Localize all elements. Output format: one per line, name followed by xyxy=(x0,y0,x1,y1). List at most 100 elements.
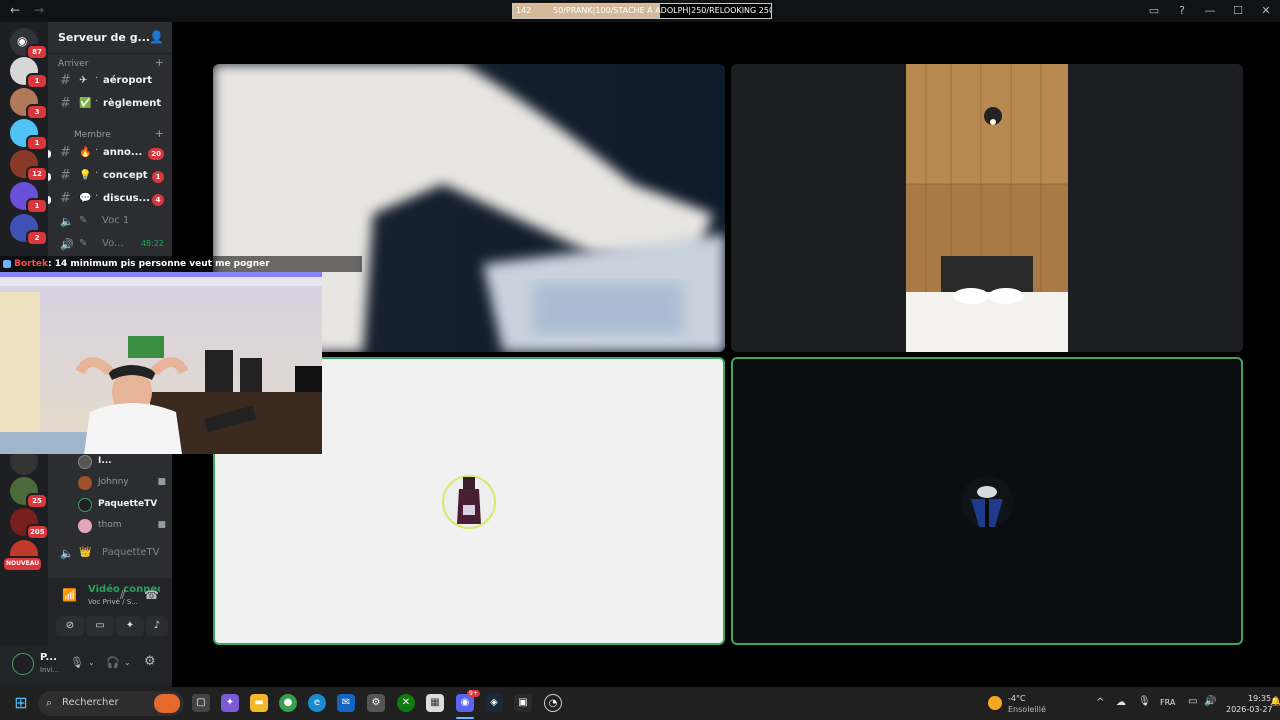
user-avatar[interactable] xyxy=(12,653,34,675)
video-tile-speaking[interactable] xyxy=(731,357,1243,645)
voice-member[interactable]: Johnny ■ xyxy=(78,474,172,494)
plus-icon[interactable]: + xyxy=(155,56,164,69)
voice-channel-paquettetv[interactable]: 🔈 👑 PaquetteTV xyxy=(48,544,172,564)
channel-emoji: ✈ xyxy=(79,75,88,86)
chat-badge-icon xyxy=(3,259,11,268)
microphone-icon[interactable]: 🎙 xyxy=(70,656,84,669)
invite-people-icon[interactable]: 👤 xyxy=(149,30,164,44)
inbox-icon[interactable]: ▭ xyxy=(1140,0,1168,22)
voice-duration: 48:22 xyxy=(140,239,164,248)
channel-reglement[interactable]: # ✅ · règlement xyxy=(48,95,172,115)
server-icon[interactable]: 1 xyxy=(10,119,48,151)
streamer-webcam xyxy=(0,272,322,454)
plus-icon[interactable]: + xyxy=(155,127,164,140)
hash-icon: # xyxy=(60,73,71,88)
store-icon[interactable]: ▦ xyxy=(426,694,444,712)
help-icon[interactable]: ? xyxy=(1168,0,1196,22)
hash-icon: # xyxy=(60,96,71,111)
weather-sun-icon[interactable] xyxy=(988,696,1002,710)
video-tile[interactable] xyxy=(731,64,1243,352)
obs-icon[interactable]: ◔ xyxy=(544,694,562,712)
camera-off-button[interactable]: ⊘ xyxy=(56,616,84,636)
server-icon[interactable]: 25 xyxy=(10,477,48,509)
settings-gear-icon[interactable]: ⚙ xyxy=(144,654,156,669)
minimize-icon[interactable]: — xyxy=(1196,0,1224,22)
stream-goal-ticker: 142 50/PRANK|100/STACHE À ADOLPH|250/REL… xyxy=(512,3,772,19)
windows-taskbar: ⊞ ⌕ Rechercher ▢ ✦ ▬ ● e ✉ ⚙ ✕ ▦ ◉ 9+ ◈ … xyxy=(0,687,1280,720)
crown-icon: 👑 xyxy=(79,547,92,558)
server-icon[interactable]: 12 xyxy=(10,150,48,182)
server-header[interactable]: Serveur de g... 👤 xyxy=(48,22,172,54)
app-icon[interactable]: ▣ xyxy=(514,694,532,712)
maximize-icon[interactable]: ☐ xyxy=(1224,0,1252,22)
noise-suppression-icon[interactable]: ⫽ xyxy=(120,588,125,603)
taskbar-search[interactable]: ⌕ Rechercher xyxy=(38,691,184,716)
server-icon[interactable]: 1 xyxy=(10,182,48,214)
category-membre[interactable]: Membre xyxy=(74,130,111,140)
server-icon[interactable]: 1 xyxy=(10,57,48,89)
xbox-icon[interactable]: ✕ xyxy=(397,694,415,712)
server-mention-badge: 1 xyxy=(26,73,48,89)
windows-start-icon[interactable]: ⊞ xyxy=(12,694,30,712)
chevron-up-icon[interactable]: ^ xyxy=(1096,697,1104,708)
server-mention-badge: 1 xyxy=(26,198,48,214)
voice-member[interactable]: I... xyxy=(78,453,172,473)
clock-date[interactable]: 2026-03-27 xyxy=(1226,705,1273,714)
voice-channel-active[interactable]: 🔊 ✎ Vo... 48:22 xyxy=(48,235,172,255)
task-view-icon[interactable]: ▢ xyxy=(192,694,210,712)
settings-app-icon[interactable]: ⚙ xyxy=(367,694,385,712)
server-mention-badge: 1 xyxy=(26,135,48,151)
voice-member[interactable]: PaquetteTV xyxy=(78,496,172,516)
member-name: I... xyxy=(98,456,112,466)
arrow-right-icon[interactable]: → xyxy=(34,3,44,17)
title-bar: ← → 142 50/PRANK|100/STACHE À ADOLPH|250… xyxy=(0,0,1280,22)
search-highlight-icon xyxy=(154,694,180,713)
channel-aeroport[interactable]: # ✈ · aéroport xyxy=(48,72,172,92)
notification-bell-icon[interactable]: 🔔 xyxy=(1270,697,1280,707)
file-explorer-icon[interactable]: ▬ xyxy=(250,694,268,712)
clock-time[interactable]: 19:35 xyxy=(1248,694,1271,703)
server-icon[interactable]: NOUVEAU xyxy=(2,540,44,572)
category-arriver[interactable]: Arriver xyxy=(58,59,88,69)
network-icon[interactable]: ▭ xyxy=(1188,696,1197,707)
activities-button[interactable]: ✦ xyxy=(116,616,144,636)
weather-desc[interactable]: Ensoleillé xyxy=(1008,705,1046,714)
voice-channel-voc1[interactable]: 🔈 ✎ Voc 1 xyxy=(48,212,172,232)
chat-message: : 14 minimum pis personne veut me pogner xyxy=(48,259,270,269)
avatar xyxy=(78,519,92,533)
arrow-left-icon[interactable]: ← xyxy=(10,3,20,17)
voice-member[interactable]: thom ■ xyxy=(78,517,172,537)
mention-badge: 1 xyxy=(152,171,164,183)
channel-name: anno... xyxy=(103,147,143,158)
disconnect-icon[interactable]: ☎ xyxy=(144,588,159,602)
channel-emoji: 💡 xyxy=(79,170,92,181)
cloud-icon[interactable]: ☁ xyxy=(1116,697,1126,708)
server-icon[interactable]: ◉ 87 xyxy=(10,28,48,60)
headphones-icon[interactable]: 🎧 xyxy=(106,656,120,669)
microphone-tray-icon[interactable]: 🎙 xyxy=(1138,696,1151,707)
channel-concept[interactable]: # 💡 · concept 1 xyxy=(48,167,172,187)
volume-icon[interactable]: 🔊 xyxy=(1204,696,1216,707)
input-language[interactable]: FRA xyxy=(1160,698,1175,707)
close-icon[interactable]: ✕ xyxy=(1252,0,1280,22)
mail-icon[interactable]: ✉ xyxy=(337,694,355,712)
server-icon[interactable]: 205 xyxy=(10,508,49,540)
steam-icon[interactable]: ◈ xyxy=(485,694,503,712)
server-icon[interactable]: 2 xyxy=(10,214,48,246)
edge-icon[interactable]: e xyxy=(308,694,326,712)
avatar xyxy=(78,476,92,490)
screen-share-button[interactable]: ▭ xyxy=(86,616,114,636)
chrome-icon[interactable]: ● xyxy=(279,694,297,712)
channel-name: aéroport xyxy=(103,75,153,86)
chevron-down-icon[interactable]: ⌄ xyxy=(88,658,95,667)
copilot-icon[interactable]: ✦ xyxy=(221,694,239,712)
speaker-icon: 🔊 xyxy=(60,238,74,251)
server-icon[interactable]: 3 xyxy=(10,88,48,120)
member-name: PaquetteTV xyxy=(98,499,158,509)
weather-temp[interactable]: -4°C xyxy=(1008,694,1026,703)
active-app-indicator xyxy=(456,717,474,719)
chevron-down-icon[interactable]: ⌄ xyxy=(124,658,131,667)
channel-annonces[interactable]: # 🔥 · anno... 20 xyxy=(48,144,172,164)
channel-discussion[interactable]: # 💬 · discus... 4 xyxy=(48,190,172,210)
soundboard-button[interactable]: ♪ xyxy=(146,616,168,636)
